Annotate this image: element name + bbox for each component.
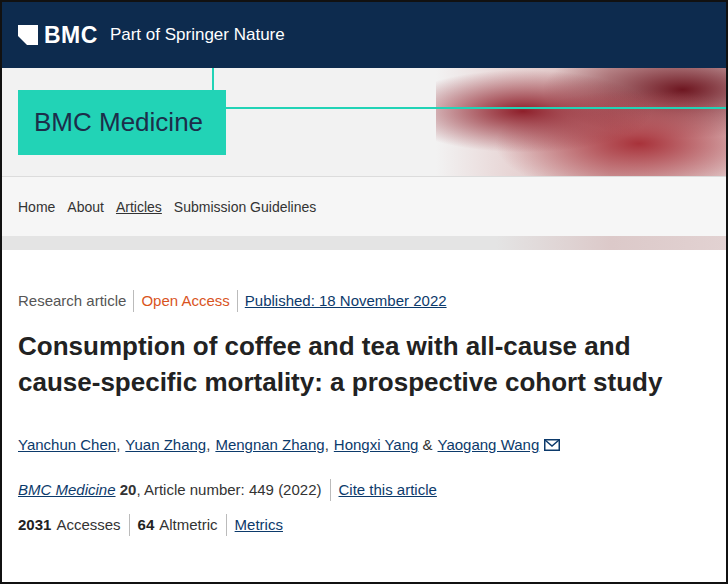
logo-text: BMC [44,22,98,49]
metric-label: Accesses [56,514,120,536]
metric-value: 2031 [18,514,51,536]
journal-link[interactable]: BMC Medicine [18,481,116,498]
author-link[interactable]: Yaogang Wang [438,434,540,456]
author: Yanchun Chen, [18,434,120,456]
author-separator: , [116,434,120,456]
article-title: Consumption of coffee and tea with all-c… [18,328,710,400]
strip-photo [496,236,726,250]
author-link[interactable]: Hongxi Yang [334,434,419,456]
teal-horizontal-line [212,107,726,109]
bmc-logo[interactable]: BMC [18,22,98,49]
nav-item[interactable]: Home [18,199,55,215]
tagline[interactable]: Part of Springer Nature [110,25,285,45]
meta-item[interactable]: Published: 18 November 2022 [237,290,454,312]
banner-photo [436,68,726,176]
volume: 20 [120,481,137,498]
author: Hongxi Yang & [334,434,433,456]
author-separator: , [325,434,329,456]
author-link[interactable]: Mengnan Zhang [215,434,324,456]
metric: 64Altmetric [129,514,226,536]
journal-title: BMC Medicine [34,107,203,138]
meta-item: Research article [18,290,133,312]
citation-details: , Article number: 449 (2022) [136,481,321,498]
author: Yaogang Wang [438,434,561,456]
author-link[interactable]: Yuan Zhang [125,434,206,456]
citation-text: BMC Medicine 20, Article number: 449 (20… [18,479,330,501]
author-separator: & [418,434,432,456]
metric-label: Metrics [235,514,283,536]
banner-strip [2,236,726,250]
journal-banner: BMC Medicine [2,68,726,176]
author: Yuan Zhang, [125,434,210,456]
metric-value: 64 [138,514,155,536]
metric: 2031Accesses [18,514,129,536]
author-link[interactable]: Yanchun Chen [18,434,116,456]
page: BMC Part of Springer Nature BMC Medicine Ho… [0,0,728,584]
journal-nav: Home About Articles Submission Guidelines [2,176,726,236]
author-list: Yanchun Chen,Yuan Zhang,Mengnan Zhang,Ho… [18,434,710,456]
cite-link[interactable]: Cite this article [330,479,437,501]
article-meta: Research articleOpen AccessPublished: 18… [18,290,710,312]
publisher-header: BMC Part of Springer Nature [2,2,726,68]
nav-item[interactable]: Submission Guidelines [174,199,316,215]
author-separator: , [206,434,210,456]
author: Mengnan Zhang, [215,434,328,456]
citation: BMC Medicine 20, Article number: 449 (20… [18,479,710,501]
envelope-icon[interactable] [544,439,560,451]
meta-item: Open Access [133,290,236,312]
metrics: 2031Accesses64AltmetricMetrics [18,514,710,536]
article-header: Research articleOpen AccessPublished: 18… [2,250,726,536]
metric-label: Altmetric [159,514,217,536]
journal-title-box[interactable]: BMC Medicine [18,90,226,155]
metric[interactable]: Metrics [226,514,291,536]
nav-item[interactable]: Articles [116,199,162,215]
bmc-logo-icon [18,25,38,45]
nav-item[interactable]: About [67,199,104,215]
